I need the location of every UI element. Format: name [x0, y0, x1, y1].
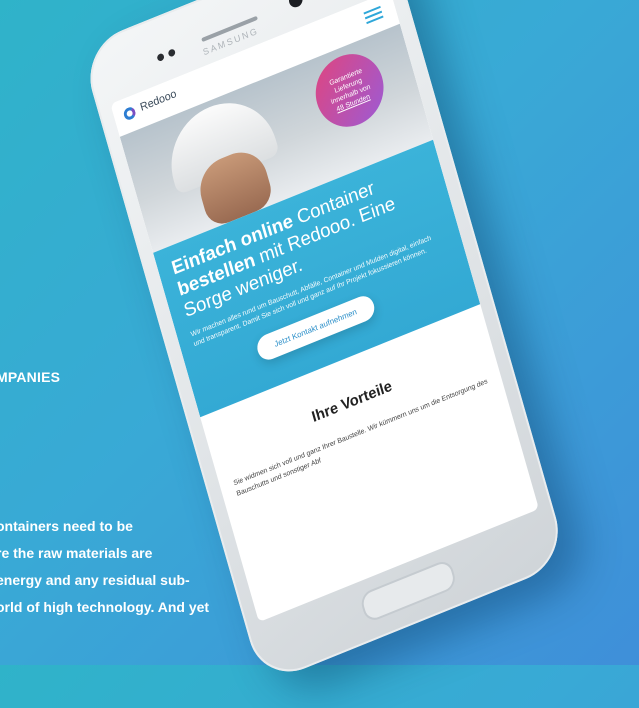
- phone-screen: Redooo Garantierte Lieferung innerhalb v…: [110, 0, 539, 623]
- delivery-badge: Garantierte Lieferung innerhalb von 48 S…: [307, 43, 392, 138]
- article-heading: MPANIES: [0, 369, 61, 385]
- sensor-dot: [156, 52, 165, 63]
- sensor-dot: [167, 48, 176, 58]
- front-camera: [287, 0, 305, 10]
- redooo-logo-icon[interactable]: [122, 105, 137, 122]
- site-logo-text[interactable]: Redooo: [139, 88, 178, 114]
- hamburger-menu-icon[interactable]: [363, 5, 384, 25]
